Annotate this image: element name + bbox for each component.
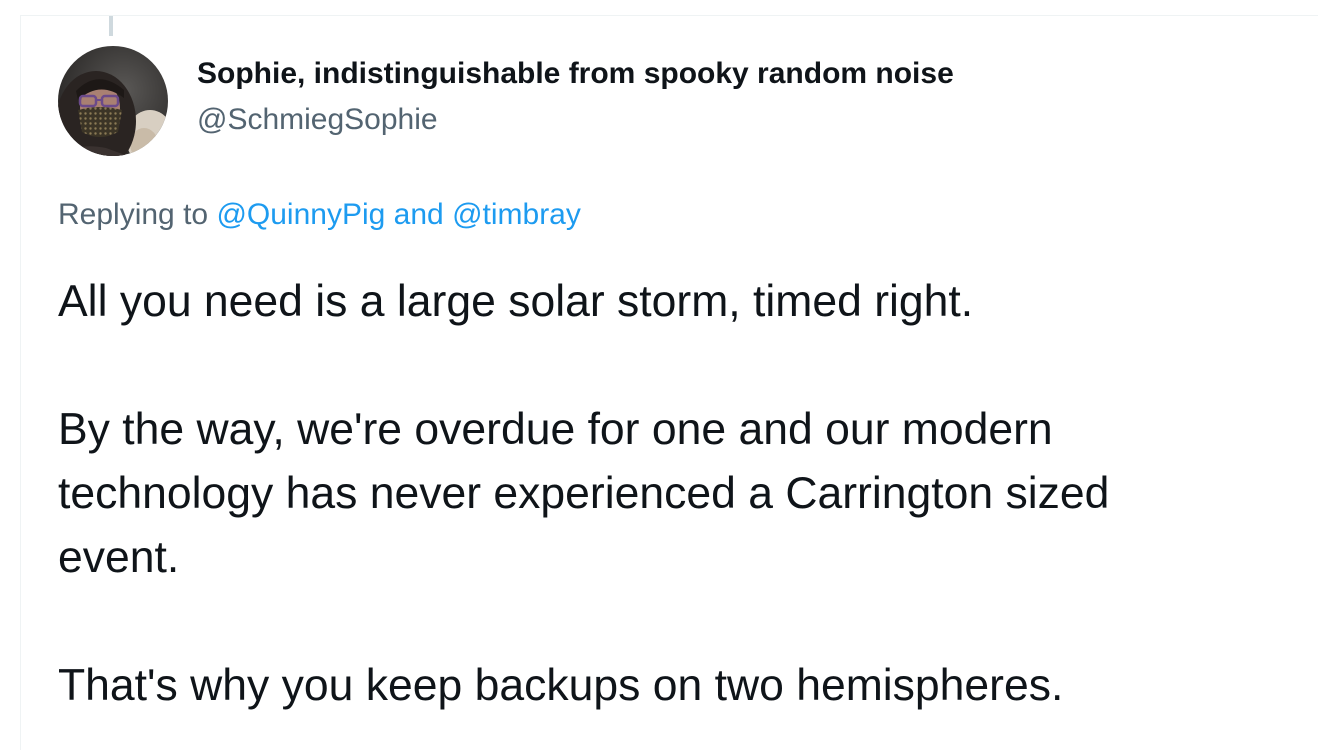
author-handle[interactable]: @SchmiegSophie	[197, 103, 438, 137]
card-top-border	[20, 15, 1318, 16]
avatar[interactable]	[58, 46, 168, 156]
tweet-line: technology has never experienced a Carri…	[58, 469, 1110, 518]
thread-connector-line	[109, 16, 113, 36]
replying-to-line: Replying to @QuinnyPig and @timbray	[58, 198, 581, 232]
mention-link-quinnypig[interactable]: @QuinnyPig	[216, 198, 385, 231]
tweet-card: Sophie, indistinguishable from spooky ra…	[0, 0, 1318, 750]
tweet-text: All you need is a large solar storm, tim…	[58, 270, 1303, 718]
avatar-photo	[58, 46, 168, 156]
tweet-line: By the way, we're overdue for one and ou…	[58, 405, 1053, 454]
tweet-line: That's why you keep backups on two hemis…	[58, 661, 1064, 710]
author-display-name[interactable]: Sophie, indistinguishable from spooky ra…	[197, 57, 954, 91]
tweet-line: event.	[58, 533, 180, 582]
tweet-line: All you need is a large solar storm, tim…	[58, 277, 974, 326]
mention-joiner: and	[393, 198, 444, 231]
mention-link-timbray[interactable]: @timbray	[452, 198, 581, 231]
replying-to-prefix: Replying to	[58, 198, 209, 231]
card-left-border	[20, 15, 21, 750]
